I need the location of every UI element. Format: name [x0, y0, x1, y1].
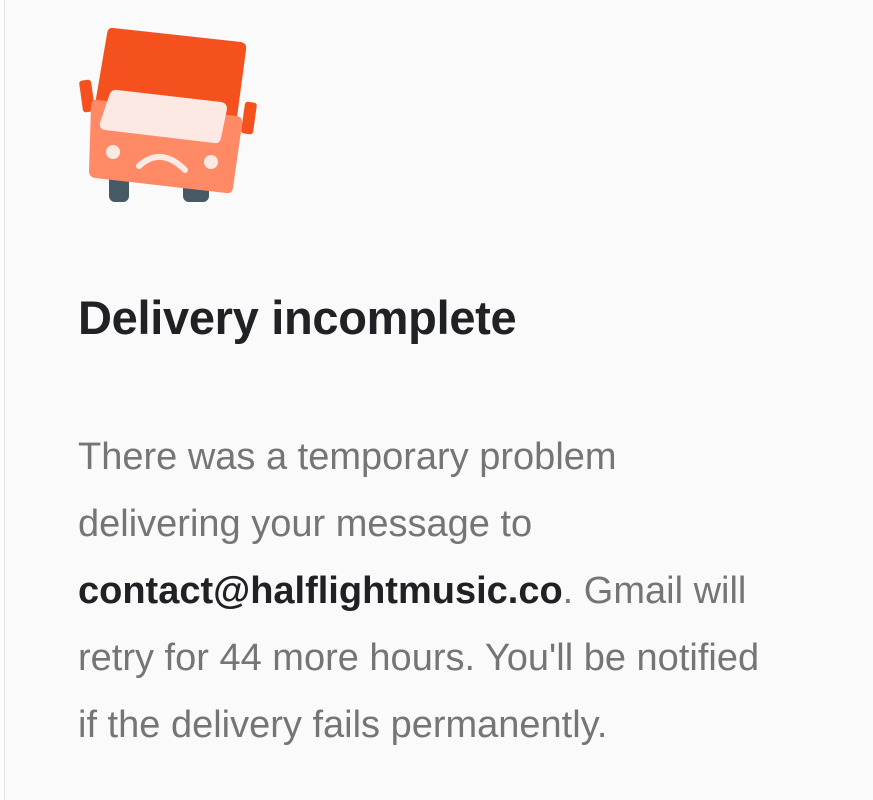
- sad-delivery-truck-icon: [75, 20, 265, 210]
- message-line-2: delivering your message to: [78, 503, 533, 545]
- notice-message: There was a temporary problem delivering…: [78, 424, 858, 759]
- message-line-3-rest: . Gmail will: [562, 570, 747, 612]
- message-line-5: if the delivery fails permanently.: [78, 704, 608, 746]
- delivery-status-card: Delivery incomplete There was a temporar…: [4, 0, 873, 800]
- message-line-1: There was a temporary problem: [78, 436, 617, 478]
- message-line-4: retry for 44 more hours. You'll be notif…: [78, 637, 760, 679]
- recipient-email: contact@halflightmusic.co: [78, 570, 563, 612]
- notice-title: Delivery incomplete: [78, 291, 517, 344]
- message-line-3: contact@halflightmusic.co. Gmail will: [78, 558, 858, 625]
